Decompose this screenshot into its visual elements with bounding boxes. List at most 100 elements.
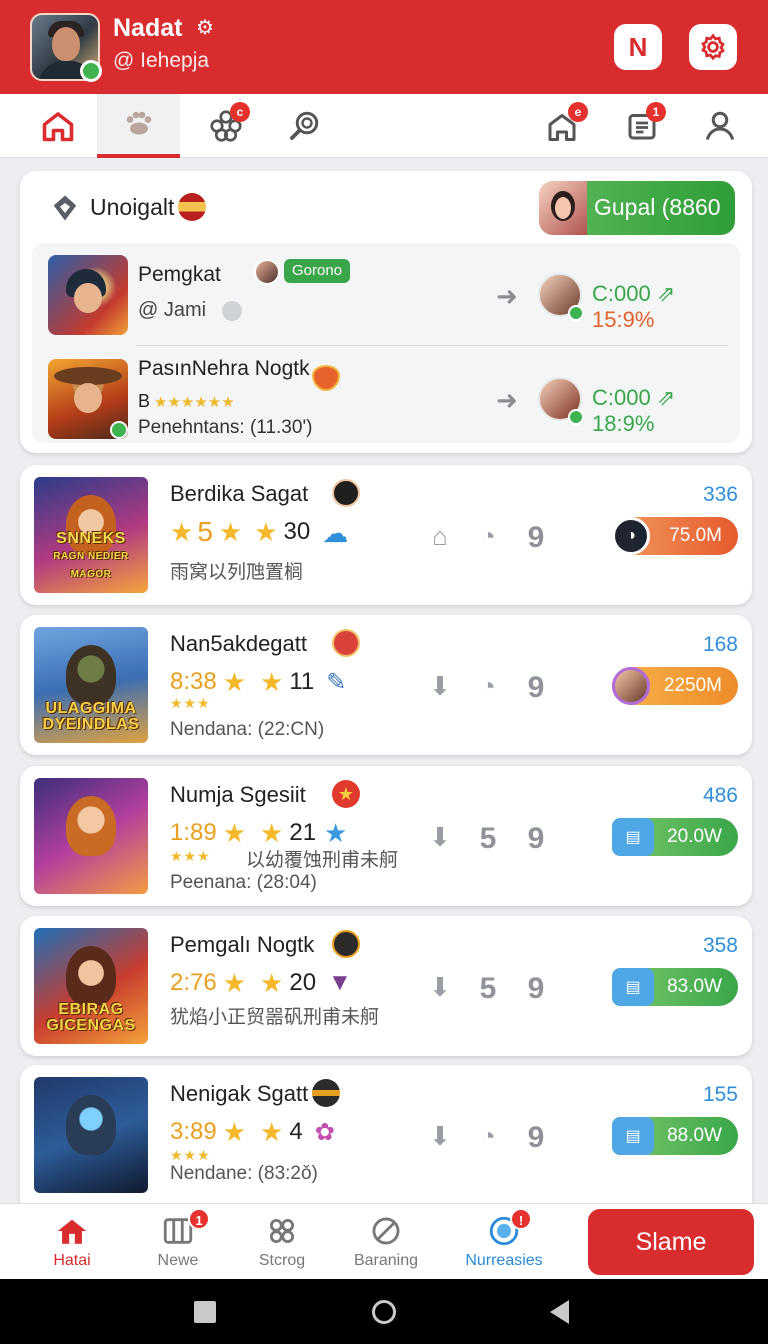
featured-row-title: Pemgkat bbox=[138, 263, 221, 286]
game-count: 155 bbox=[702, 1083, 738, 1106]
game-card[interactable]: SNNEKS RAGN NEDIER MAGOR Berdika Sagat 33… bbox=[20, 465, 752, 605]
nav-item-banning[interactable]: Baraning bbox=[350, 1204, 422, 1280]
clock-icon[interactable]: ◔ bbox=[464, 521, 512, 555]
star-icon: ★ bbox=[218, 517, 243, 547]
game-action-icons: ⬇ ◔ 9 bbox=[416, 671, 560, 705]
clock-icon[interactable]: ◔ bbox=[464, 1121, 512, 1155]
rating-value: 3:89 bbox=[170, 1118, 217, 1145]
nav-item-strong[interactable]: Stcrog bbox=[250, 1204, 314, 1280]
recent-apps-button[interactable] bbox=[194, 1301, 216, 1323]
n-button[interactable]: N bbox=[614, 24, 662, 70]
game-rating: ★ 5 ★ ★ 30 ☁ bbox=[170, 516, 350, 548]
review-count: 11 bbox=[289, 668, 315, 695]
clock-icon[interactable]: ◔ bbox=[464, 671, 512, 705]
review-count: 21 bbox=[289, 819, 317, 846]
game-description: 犹焰小正贸噐矾刑甫未舸 bbox=[170, 1007, 380, 1028]
home-button[interactable] bbox=[372, 1300, 396, 1324]
game-card[interactable]: EBIRAG GICENGAS Pemgalı Nogtk 358 2:76 ★ … bbox=[20, 916, 752, 1056]
arrow-right-icon: ➜ bbox=[496, 385, 518, 415]
featured-group-button[interactable]: Gupal (8860 bbox=[539, 181, 735, 235]
rating-value: 1:89 bbox=[170, 819, 217, 846]
nav-item-news[interactable]: Newe 1 bbox=[146, 1204, 210, 1280]
nav-item-nurreasies[interactable]: Nurreasies ! bbox=[462, 1204, 546, 1280]
nine-icon[interactable]: 9 bbox=[512, 972, 560, 1006]
user-name: Nadat bbox=[113, 14, 183, 42]
game-description: 雨窝以列虺置榈 bbox=[170, 562, 304, 583]
score-value: C:000 bbox=[592, 281, 651, 306]
blocked-icon bbox=[372, 1217, 400, 1245]
nine-icon[interactable]: 9 bbox=[512, 1121, 560, 1155]
settings-button[interactable] bbox=[689, 24, 737, 70]
game-price-button[interactable]: ▤ 83.0W bbox=[612, 968, 738, 1006]
trend-icon: ⇗ bbox=[656, 385, 676, 410]
game-price-button[interactable]: ◑ 75.0M bbox=[612, 517, 738, 555]
avatar bbox=[254, 259, 280, 285]
tab-groups[interactable]: c bbox=[186, 94, 266, 158]
game-price-button[interactable]: 2250M bbox=[612, 667, 738, 705]
nav-label: Stcrog bbox=[258, 1252, 306, 1269]
download-icon[interactable]: ⬇ bbox=[416, 822, 464, 856]
game-thumbnail bbox=[48, 359, 128, 439]
game-title: Nenigak Sgatt bbox=[170, 1081, 309, 1106]
star-icon: ★ bbox=[260, 1117, 284, 1147]
tab-notifications[interactable]: e bbox=[522, 94, 602, 158]
nav-label: Hatai bbox=[53, 1252, 91, 1269]
system-nav-bar bbox=[0, 1279, 768, 1344]
nine-icon[interactable]: 9 bbox=[512, 671, 560, 705]
featured-row-title: PasınNehra Nogtk bbox=[138, 357, 310, 380]
home-icon bbox=[57, 1219, 87, 1244]
game-price-button[interactable]: ▤ 88.0W bbox=[612, 1117, 738, 1155]
price-value: 75.0M bbox=[669, 525, 722, 546]
nav-item-home[interactable]: Hatai bbox=[40, 1204, 104, 1280]
thumbnail-label: EBIRAG GICENGAS bbox=[46, 1001, 136, 1034]
game-thumbnail bbox=[34, 1077, 148, 1193]
nine-icon[interactable]: 9 bbox=[512, 822, 560, 856]
gear-icon[interactable]: ⚙ bbox=[194, 17, 216, 39]
featured-row-subtitle: Penehntans: (11.30') bbox=[138, 417, 313, 438]
tab-profile[interactable] bbox=[680, 94, 760, 158]
rating-value: 8:38 bbox=[170, 668, 217, 695]
nav-label: Newe bbox=[157, 1252, 199, 1269]
download-icon[interactable]: ⬇ bbox=[416, 972, 464, 1006]
star-icon: ★ bbox=[260, 968, 284, 998]
game-subtitle: Peenana: (28:04) bbox=[170, 872, 317, 893]
gem-icon: ✿ bbox=[314, 1119, 335, 1146]
wand-icon: ✎ bbox=[326, 669, 347, 696]
game-count: 336 bbox=[702, 483, 738, 506]
nine-icon[interactable]: 9 bbox=[512, 521, 560, 555]
game-description: 以幼覆蚀刑甫未舸 bbox=[246, 850, 399, 871]
tab-home[interactable] bbox=[18, 94, 98, 158]
rating-value: 2:76 bbox=[170, 969, 217, 996]
home-icon[interactable]: ⌂ bbox=[416, 521, 464, 555]
tab-community[interactable] bbox=[97, 94, 180, 158]
settings-gear-icon bbox=[701, 33, 725, 61]
guitar-icon bbox=[332, 629, 360, 657]
paw-icon bbox=[126, 111, 151, 135]
search-icon bbox=[290, 111, 319, 140]
five-icon[interactable]: 5 bbox=[464, 822, 512, 856]
game-thumbnail: ULAGGIMA DYEINDLAS bbox=[34, 627, 148, 743]
game-card[interactable]: ULAGGIMA DYEINDLAS Nan5akdegatt 168 8:38 … bbox=[20, 615, 752, 755]
download-icon[interactable]: ⬇ bbox=[416, 671, 464, 705]
tab-search[interactable] bbox=[264, 94, 344, 158]
clipboard-icon: ▤ bbox=[612, 818, 654, 856]
featured-row[interactable]: PasınNehra Nogtk B ★★★★★★ Penehntans: (11… bbox=[32, 347, 740, 447]
user-handle: @ Iehepja bbox=[113, 49, 210, 72]
game-card[interactable]: Numja Sgesiit ★ 486 1:89 ★ ★ 21 ★ ★★★ 以幼… bbox=[20, 766, 752, 906]
back-button[interactable] bbox=[550, 1300, 569, 1324]
trend-icon: ⇗ bbox=[656, 281, 676, 306]
five-icon[interactable]: 5 bbox=[464, 972, 512, 1006]
tab-badge: 1 bbox=[646, 102, 666, 122]
review-count: 20 bbox=[289, 969, 317, 996]
game-card[interactable]: Nenigak Sgatt 155 3:89 ★ ★ 4 ✿ ★★★ Nenda… bbox=[20, 1065, 752, 1203]
n-icon: N bbox=[628, 31, 648, 62]
download-icon[interactable]: ⬇ bbox=[416, 1121, 464, 1155]
primary-action-button[interactable]: Slame bbox=[588, 1209, 754, 1275]
small-stars: ★★★ bbox=[170, 695, 211, 711]
star-icon: ★ bbox=[222, 1117, 247, 1147]
score-readout: C:000 ⇗ 18:9% bbox=[592, 385, 740, 437]
game-price-button[interactable]: ▤ 20.0W bbox=[612, 818, 738, 856]
featured-row[interactable]: Pemgkat Gorono @ Jami ➜ C:000 ⇗ 15:9% bbox=[32, 243, 740, 343]
score-percent: 15:9% bbox=[592, 307, 655, 332]
tab-calendar[interactable]: 1 bbox=[602, 94, 682, 158]
